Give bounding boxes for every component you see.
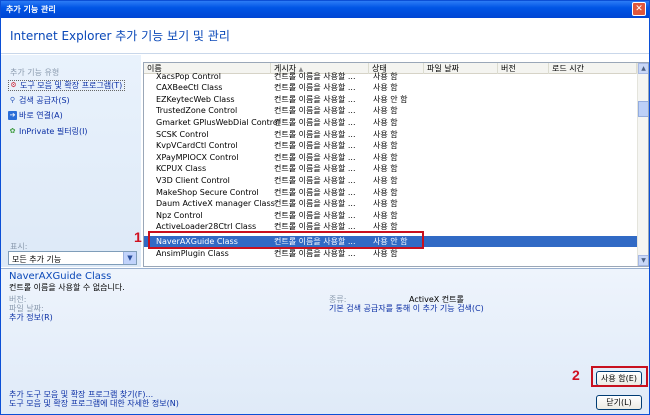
chevron-down-icon[interactable]: ▼ — [123, 252, 136, 264]
page-title: Internet Explorer 추가 기능 보기 및 관리 — [10, 29, 230, 43]
row-publisher: 컨트롤 이름을 사용할 ... — [274, 153, 356, 162]
learn-more-link[interactable]: 도구 모음 및 확장 프로그램에 대한 자세한 정보(N) — [9, 398, 179, 409]
row-status: 사용 함 — [373, 199, 398, 208]
vertical-scrollbar[interactable]: ▲ ▼ — [637, 63, 648, 266]
row-publisher: 컨트롤 이름을 사용할 ... — [274, 83, 356, 92]
row-name: XPayMPIOCX Control — [156, 153, 239, 162]
inprivate-icon: ✿ — [9, 127, 16, 135]
more-info-link[interactable]: 추가 정보(R) — [9, 312, 53, 323]
row-status: 사용 함 — [373, 130, 398, 139]
search-addon-link[interactable]: 기본 검색 공급자를 통해 이 추가 기능 검색(C) — [329, 303, 484, 314]
row-publisher: 컨트롤 이름을 사용할 ... — [274, 95, 356, 104]
row-publisher: 컨트롤 이름을 사용할 ... — [274, 199, 356, 208]
selected-addon-name: NaverAXGuide Class — [9, 271, 112, 282]
row-name: TrustedZone Control — [156, 106, 238, 115]
row-publisher: 컨트롤 이름을 사용할 ... — [274, 72, 356, 81]
table-row[interactable]: Gmarket GPlusWebDial Control 컨트롤 이름을 사용할 … — [144, 117, 637, 128]
row-name: AnsimPlugin Class — [156, 249, 229, 258]
sidebar-item-label: 검색 공급자(S) — [19, 96, 70, 105]
table-row[interactable]: XacsPop Control 컨트롤 이름을 사용할 ... 사용 함 — [144, 71, 637, 82]
accelerator-icon: ➔ — [8, 111, 17, 120]
row-status: 사용 함 — [373, 141, 398, 150]
scroll-thumb[interactable] — [638, 101, 648, 117]
row-publisher: 컨트롤 이름을 사용할 ... — [274, 176, 356, 185]
title-bar: 추가 기능 관리 ✕ — [1, 1, 649, 18]
row-status: 사용 함 — [373, 164, 398, 173]
row-status: 사용 함 — [373, 176, 398, 185]
row-publisher: 컨트롤 이름을 사용할 ... — [274, 141, 356, 150]
show-dropdown[interactable]: 모든 추가 기능 ▼ — [8, 251, 137, 265]
manage-addons-window: 추가 기능 관리 ✕ Internet Explorer 추가 기능 보기 및 … — [0, 0, 650, 415]
table-row[interactable]: KvpVCardCtl Control 컨트롤 이름을 사용할 ... 사용 함 — [144, 140, 637, 151]
row-publisher: 컨트롤 이름을 사용할 ... — [274, 188, 356, 197]
sidebar-item-label: 도구 모음 및 확장 프로그램(T) — [20, 81, 123, 90]
addon-types-pane: 추가 기능 유형 ⚙ 도구 모음 및 확장 프로그램(T) ⚲ 검색 공급자(S… — [1, 55, 141, 267]
row-name: KvpVCardCtl Control — [156, 141, 238, 150]
sidebar-item-inprivate[interactable]: ✿ InPrivate 필터링(I) — [8, 126, 88, 137]
row-name: V3D Client Control — [156, 176, 230, 185]
annotation-marker-1: 1 — [134, 229, 142, 245]
row-publisher: 컨트롤 이름을 사용할 ... — [274, 164, 356, 173]
sidebar-item-accelerators[interactable]: ➔ 바로 연결(A) — [8, 110, 63, 121]
table-row[interactable]: EZKeytecWeb Class 컨트롤 이름을 사용할 ... 사용 안 함 — [144, 94, 637, 105]
table-row[interactable]: MakeShop Secure Control 컨트롤 이름을 사용할 ... 사용… — [144, 187, 637, 198]
row-publisher: 컨트롤 이름을 사용할 ... — [274, 106, 356, 115]
table-row[interactable]: V3D Client Control 컨트롤 이름을 사용할 ... 사용 함 — [144, 175, 637, 186]
row-status: 사용 함 — [373, 249, 398, 258]
row-status: 사용 함 — [373, 83, 398, 92]
row-status: 사용 함 — [373, 211, 398, 220]
gear-icon: ⚙ — [10, 81, 17, 89]
highlight-box-enable-button — [591, 366, 648, 387]
table-row[interactable]: Daum ActiveX manager Class 컨트롤 이름을 사용할 ..… — [144, 198, 637, 209]
show-dropdown-value: 모든 추가 기능 — [12, 255, 62, 264]
row-status: 사용 함 — [373, 188, 398, 197]
table-row[interactable]: AnsimPlugin Class 컨트롤 이름을 사용할 ... 사용 함 — [144, 248, 637, 259]
row-name: MakeShop Secure Control — [156, 188, 259, 197]
selected-addon-description: 컨트롤 이름을 사용할 수 없습니다. — [9, 283, 125, 292]
header: Internet Explorer 추가 기능 보기 및 관리 — [1, 18, 649, 54]
row-status: 사용 함 — [373, 106, 398, 115]
row-name: Daum ActiveX manager Class — [156, 199, 275, 208]
addon-types-label: 추가 기능 유형 — [10, 68, 60, 77]
row-name: EZKeytecWeb Class — [156, 95, 235, 104]
sidebar-item-label: InPrivate 필터링(I) — [19, 127, 88, 136]
row-name: Npz Control — [156, 211, 203, 220]
table-row[interactable]: KCPUX Class 컨트롤 이름을 사용할 ... 사용 함 — [144, 163, 637, 174]
row-publisher: 컨트롤 이름을 사용할 ... — [274, 211, 356, 220]
highlight-box-selected-row — [148, 231, 424, 249]
row-publisher: 컨트롤 이름을 사용할 ... — [274, 118, 356, 127]
close-icon[interactable]: ✕ — [632, 2, 646, 16]
details-pane: NaverAXGuide Class 컨트롤 이름을 사용할 수 없습니다. 버… — [1, 268, 649, 414]
table-row[interactable]: Npz Control 컨트롤 이름을 사용할 ... 사용 함 — [144, 210, 637, 221]
row-status: 사용 함 — [373, 72, 398, 81]
table-row[interactable]: XPayMPIOCX Control 컨트롤 이름을 사용할 ... 사용 함 — [144, 152, 637, 163]
scroll-down-icon[interactable]: ▼ — [638, 255, 648, 266]
row-status: 사용 함 — [373, 153, 398, 162]
annotation-marker-2: 2 — [572, 367, 580, 383]
table-row[interactable]: SCSK Control 컨트롤 이름을 사용할 ... 사용 함 — [144, 129, 637, 140]
sidebar-item-toolbars-extensions[interactable]: ⚙ 도구 모음 및 확장 프로그램(T) — [8, 80, 126, 91]
row-name: KCPUX Class — [156, 164, 207, 173]
search-icon: ⚲ — [9, 96, 16, 104]
row-status: 사용 함 — [373, 118, 398, 127]
table-row[interactable]: TrustedZone Control 컨트롤 이름을 사용할 ... 사용 함 — [144, 105, 637, 116]
window-title: 추가 기능 관리 — [6, 5, 56, 14]
row-name: SCSK Control — [156, 130, 209, 139]
row-name: XacsPop Control — [156, 72, 221, 81]
row-publisher: 컨트롤 이름을 사용할 ... — [274, 249, 356, 258]
row-publisher: 컨트롤 이름을 사용할 ... — [274, 130, 356, 139]
sidebar-item-search-providers[interactable]: ⚲ 검색 공급자(S) — [8, 95, 70, 106]
table-row[interactable]: CAXBeeCtl Class 컨트롤 이름을 사용할 ... 사용 함 — [144, 82, 637, 93]
row-name: CAXBeeCtl Class — [156, 83, 223, 92]
row-status: 사용 안 함 — [373, 95, 408, 104]
close-button[interactable]: 닫기(L) — [596, 395, 642, 410]
row-name: Gmarket GPlusWebDial Control — [156, 118, 281, 127]
sidebar-item-label: 바로 연결(A) — [19, 111, 63, 120]
scroll-up-icon[interactable]: ▲ — [638, 63, 648, 74]
